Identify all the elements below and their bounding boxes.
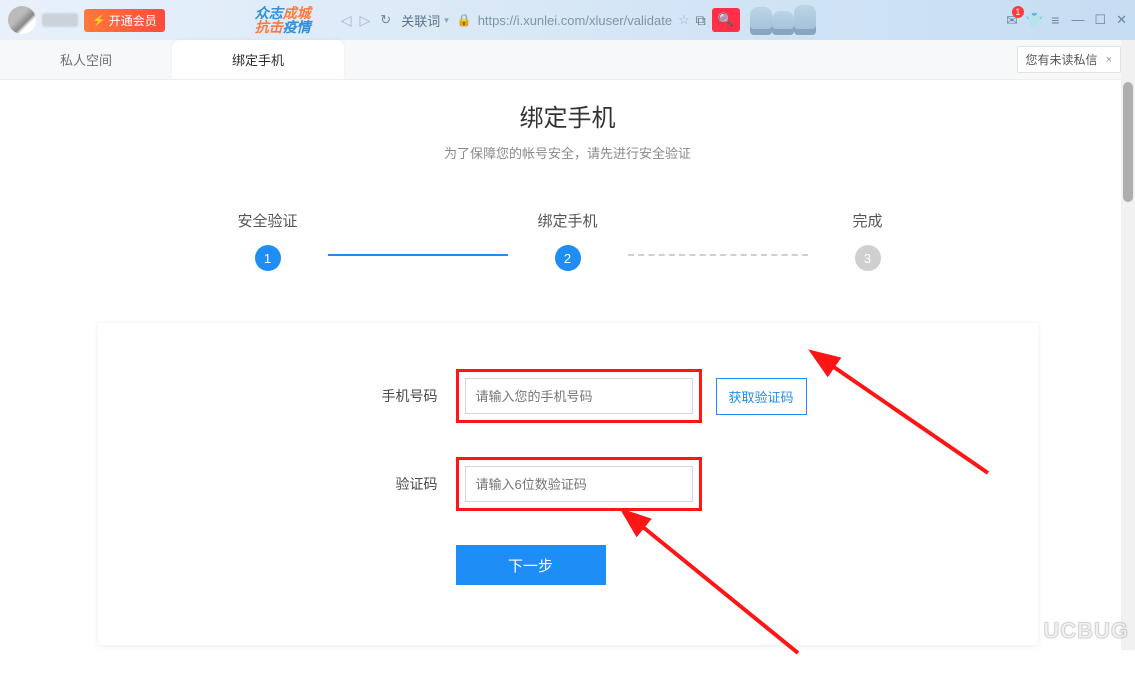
step-2-label: 绑定手机 bbox=[537, 210, 597, 231]
row-phone: 手机号码 获取验证码 bbox=[98, 369, 1038, 423]
page-subtitle: 为了保障您的帐号安全，请先进行安全验证 bbox=[0, 143, 1135, 162]
step-1-dot: 1 bbox=[255, 245, 281, 271]
mail-icon[interactable]: ✉ 1 bbox=[1006, 12, 1018, 29]
code-input[interactable] bbox=[465, 466, 693, 502]
get-code-button[interactable]: 获取验证码 bbox=[716, 378, 807, 415]
extension-icon[interactable]: ⧉ bbox=[696, 12, 706, 29]
browser-toolbar: 开通会员 众志成城 抗击疫情 ◁ ▷ ↻ 关联词 🔒 https://i.xun… bbox=[0, 0, 1135, 40]
toast-close-icon[interactable]: × bbox=[1106, 54, 1112, 66]
nav-forward-icon[interactable]: ▷ bbox=[360, 12, 371, 29]
maximize-icon[interactable]: ☐ bbox=[1094, 12, 1106, 28]
search-icon: 🔍 bbox=[718, 12, 734, 28]
mascot-decoration bbox=[750, 5, 820, 35]
highlight-phone bbox=[456, 369, 702, 423]
code-label: 验证码 bbox=[358, 474, 438, 494]
notification-toast[interactable]: 您有未读私信 × bbox=[1017, 46, 1121, 73]
mail-badge: 1 bbox=[1012, 6, 1024, 18]
form-card: 手机号码 获取验证码 验证码 下一步 bbox=[98, 323, 1038, 645]
step-1: 安全验证 1 bbox=[208, 210, 328, 271]
tabs-bar: 私人空间 绑定手机 您有未读私信 × bbox=[0, 40, 1135, 80]
phone-label: 手机号码 bbox=[358, 386, 438, 406]
shirt-icon[interactable]: 👕 bbox=[1026, 12, 1043, 29]
lock-icon: 🔒 bbox=[457, 13, 472, 27]
step-1-label: 安全验证 bbox=[237, 210, 297, 231]
slogan: 众志成城 抗击疫情 bbox=[255, 6, 311, 34]
close-icon[interactable]: ✕ bbox=[1116, 12, 1127, 28]
window-icon-group: ✉ 1 👕 ≡ ― ☐ ✕ bbox=[1006, 12, 1127, 29]
address-label[interactable]: 关联词 bbox=[401, 11, 449, 30]
step-line-1-2 bbox=[328, 254, 508, 256]
toast-text: 您有未读私信 bbox=[1026, 51, 1098, 68]
page-title: 绑定手机 bbox=[0, 98, 1135, 133]
nav-arrows: ◁ ▷ bbox=[341, 12, 371, 29]
row-code: 验证码 bbox=[98, 457, 1038, 511]
vip-badge[interactable]: 开通会员 bbox=[84, 9, 165, 32]
username-blurred bbox=[42, 13, 78, 27]
page-content: 绑定手机 为了保障您的帐号安全，请先进行安全验证 安全验证 1 绑定手机 2 完… bbox=[0, 80, 1135, 645]
slogan-2b: 疫情 bbox=[283, 19, 311, 35]
search-button[interactable]: 🔍 bbox=[712, 8, 740, 32]
next-button[interactable]: 下一步 bbox=[456, 545, 606, 585]
nav-back-icon[interactable]: ◁ bbox=[341, 12, 352, 29]
url-text[interactable]: https://i.xunlei.com/xluser/validate bbox=[478, 13, 672, 28]
tab-private-space[interactable]: 私人空间 bbox=[0, 40, 172, 79]
settings-icon[interactable]: ≡ bbox=[1051, 12, 1059, 28]
phone-input[interactable] bbox=[465, 378, 693, 414]
watermark: UCBUG bbox=[1043, 618, 1129, 644]
avatar[interactable] bbox=[8, 6, 36, 34]
step-2: 绑定手机 2 bbox=[508, 210, 628, 271]
step-line-2-3 bbox=[628, 254, 808, 256]
minimize-icon[interactable]: ― bbox=[1071, 12, 1084, 28]
tab-bind-phone[interactable]: 绑定手机 bbox=[172, 40, 344, 79]
step-3: 完成 3 bbox=[808, 210, 928, 271]
step-3-label: 完成 bbox=[852, 210, 882, 231]
reload-icon[interactable]: ↻ bbox=[380, 12, 391, 28]
annotation-arrow-2 bbox=[578, 493, 838, 673]
vip-label: 开通会员 bbox=[109, 12, 157, 29]
step-indicator: 安全验证 1 绑定手机 2 完成 3 bbox=[0, 210, 1135, 271]
star-icon[interactable]: ☆ bbox=[678, 12, 690, 28]
step-2-dot: 2 bbox=[555, 245, 581, 271]
slogan-2a: 抗击 bbox=[255, 19, 283, 35]
step-3-dot: 3 bbox=[855, 245, 881, 271]
highlight-code bbox=[456, 457, 702, 511]
